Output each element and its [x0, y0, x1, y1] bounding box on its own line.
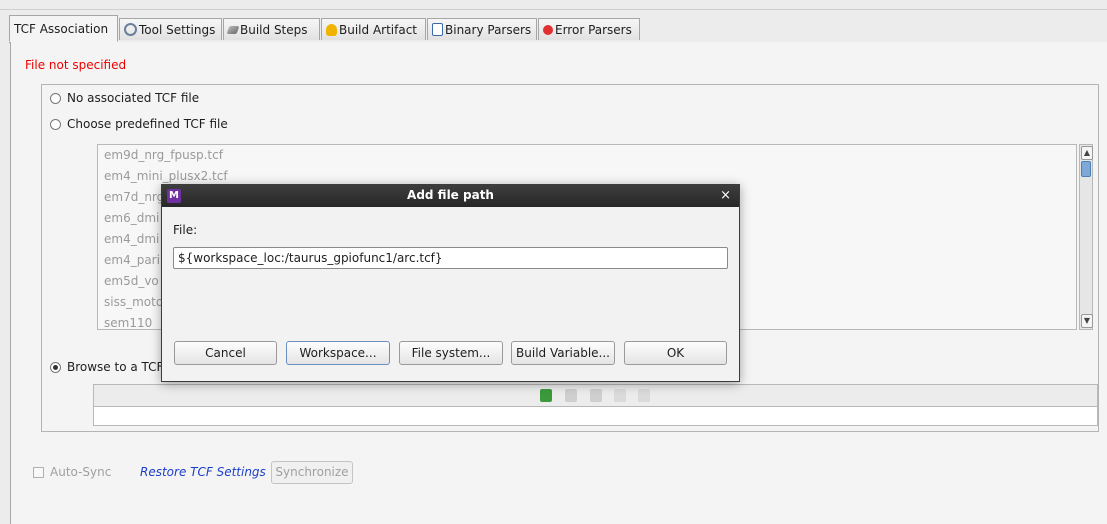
edit-path-icon	[590, 389, 602, 402]
synchronize-button[interactable]: Synchronize	[271, 461, 353, 484]
checkbox-label: Auto-Sync	[50, 465, 112, 479]
ok-button[interactable]: OK	[624, 341, 727, 365]
file-system-button[interactable]: File system...	[399, 341, 503, 365]
list-item[interactable]: em9d_nrg_fpusp.tcf	[98, 145, 1076, 166]
radio-no-tcf[interactable]: No associated TCF file	[50, 91, 199, 105]
tab-binary-parsers[interactable]: Binary Parsers	[427, 18, 537, 40]
tab-label: Error Parsers	[555, 22, 632, 37]
tab-tool-settings[interactable]: Tool Settings	[119, 18, 222, 40]
tab-label: TCF Association	[14, 21, 109, 36]
radio-browse-tcf[interactable]: Browse to a TCF	[50, 360, 163, 374]
scroll-thumb[interactable]	[1081, 161, 1091, 177]
dialog-titlebar[interactable]: M Add file path ×	[162, 185, 739, 207]
paths-list[interactable]	[93, 407, 1098, 426]
tab-build-artifact[interactable]: Build Artifact	[321, 18, 426, 40]
add-path-icon[interactable]	[540, 389, 552, 402]
delete-path-icon	[565, 389, 577, 402]
radio-button[interactable]	[50, 118, 61, 130]
tab-build-steps[interactable]: Build Steps	[223, 18, 320, 40]
window-top-edge	[0, 0, 1107, 10]
dialog-title: Add file path	[407, 188, 494, 202]
radio-label: Choose predefined TCF file	[67, 117, 228, 131]
tab-error-parsers[interactable]: Error Parsers	[538, 18, 640, 40]
scroll-down-icon[interactable]: ▼	[1081, 314, 1093, 328]
move-down-icon	[638, 389, 650, 402]
file-label: File:	[173, 223, 198, 237]
radio-button[interactable]	[50, 92, 61, 104]
close-icon[interactable]: ×	[720, 188, 731, 203]
tab-label: Build Steps	[240, 22, 308, 37]
auto-sync-checkbox[interactable]: Auto-Sync	[33, 465, 111, 479]
error-message: File not specified	[25, 58, 127, 72]
file-path-input[interactable]: ${workspace_loc:/taurus_gpiofunc1/arc.tc…	[173, 247, 728, 269]
list-scrollbar[interactable]: ▲ ▼	[1079, 144, 1093, 330]
tab-label: Tool Settings	[139, 22, 216, 37]
add-file-path-dialog: M Add file path × File: ${workspace_loc:…	[161, 184, 740, 382]
tab-label: Binary Parsers	[445, 22, 532, 37]
error-parsers-icon	[543, 24, 553, 35]
radio-label: No associated TCF file	[67, 91, 200, 105]
cancel-button[interactable]: Cancel	[174, 341, 277, 365]
restore-tcf-settings-link[interactable]: Restore TCF Settings	[140, 465, 266, 479]
tab-tcf-association[interactable]: TCF Association	[9, 15, 118, 42]
tool-settings-icon	[124, 23, 137, 36]
move-up-icon	[614, 389, 626, 402]
build-artifact-icon	[326, 23, 337, 36]
tab-label: Build Artifact	[339, 22, 417, 37]
checkbox[interactable]	[33, 466, 44, 478]
radio-label: Browse to a TCF	[67, 360, 164, 374]
workspace-button[interactable]: Workspace...	[286, 341, 390, 365]
radio-predefined-tcf[interactable]: Choose predefined TCF file	[50, 117, 228, 131]
tab-bar: TCF Association Tool Settings Build Step…	[9, 15, 1107, 43]
paths-toolbar	[93, 384, 1098, 407]
build-variable-button[interactable]: Build Variable...	[511, 341, 615, 365]
build-steps-icon	[226, 25, 240, 34]
radio-button[interactable]	[50, 361, 61, 373]
binary-parsers-icon	[432, 23, 443, 36]
scroll-up-icon[interactable]: ▲	[1081, 146, 1093, 160]
